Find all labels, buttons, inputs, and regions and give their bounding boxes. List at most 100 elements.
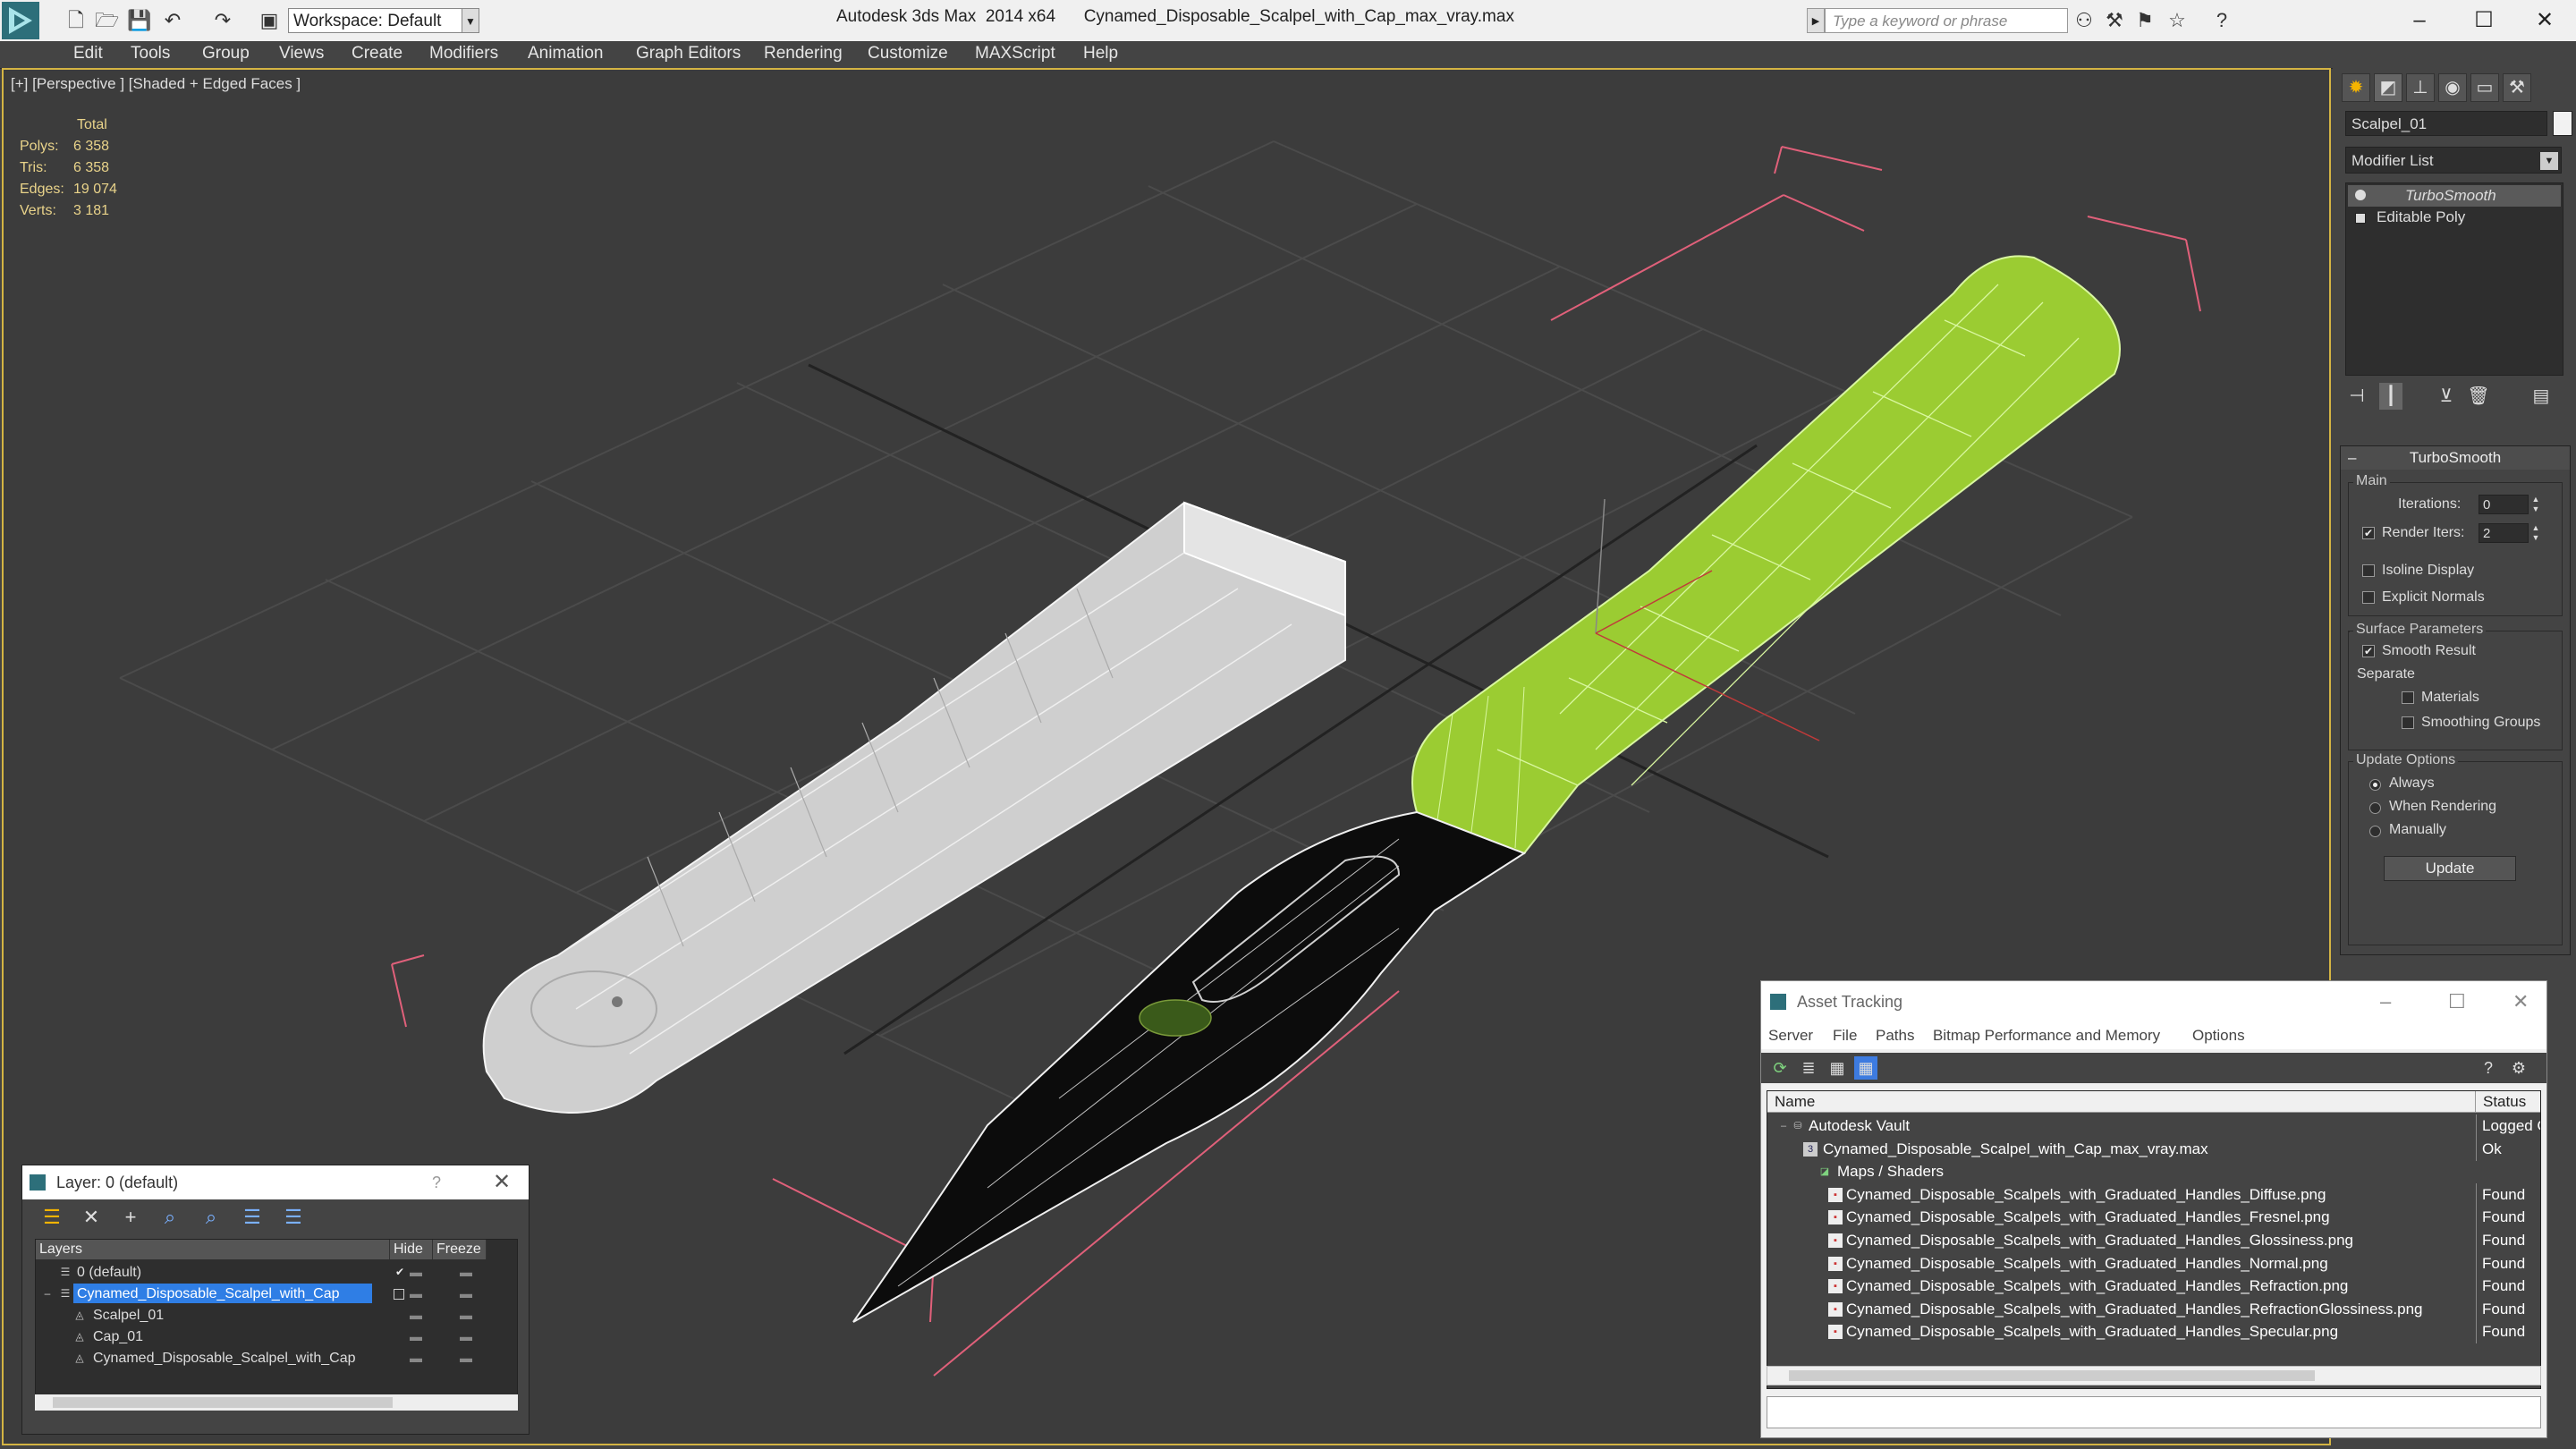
asset-row[interactable]: – ⛁ Autodesk Vault Logged Out bbox=[1767, 1114, 2540, 1138]
asset-row[interactable]: ◪ Maps / Shaders bbox=[1767, 1160, 2540, 1183]
render-iters-field[interactable]: 2 bbox=[2479, 523, 2529, 543]
when-rendering-radio[interactable] bbox=[2369, 802, 2381, 814]
rollout-header[interactable]: – TurboSmooth bbox=[2341, 446, 2570, 470]
create-tab-icon[interactable]: ✹ bbox=[2342, 73, 2370, 102]
search-input[interactable]: Type a keyword or phrase bbox=[1825, 8, 2068, 33]
menu-group[interactable]: Group bbox=[202, 44, 250, 64]
freeze-toggle[interactable]: ▬ bbox=[460, 1304, 472, 1326]
render-iters-checkbox[interactable]: ✔ bbox=[2362, 527, 2375, 539]
menu-graph-editors[interactable]: Graph Editors bbox=[636, 44, 741, 64]
menu-bitmap-performance[interactable]: Bitmap Performance and Memory bbox=[1933, 1027, 2160, 1045]
collapse-icon[interactable]: – bbox=[41, 1287, 54, 1300]
manually-radio[interactable] bbox=[2369, 826, 2381, 837]
display-tab-icon[interactable]: ▭ bbox=[2470, 73, 2499, 102]
smooth-result-checkbox[interactable]: ✔ bbox=[2362, 645, 2375, 657]
menu-animation[interactable]: Animation bbox=[528, 44, 604, 64]
column-name[interactable]: Name bbox=[1767, 1091, 2476, 1113]
smoothing-groups-checkbox[interactable] bbox=[2402, 716, 2414, 729]
help-icon[interactable]: ? bbox=[2209, 9, 2234, 32]
grid-view-icon[interactable]: ▦ bbox=[1854, 1056, 1877, 1080]
help-icon[interactable]: ? bbox=[2477, 1056, 2500, 1080]
freeze-toggle[interactable]: ▬ bbox=[460, 1347, 472, 1368]
column-freeze[interactable]: Freeze bbox=[433, 1240, 487, 1259]
stack-item-editable-poly[interactable]: Editable Poly bbox=[2348, 207, 2561, 228]
help-icon[interactable]: ? bbox=[432, 1165, 441, 1199]
motion-tab-icon[interactable]: ◉ bbox=[2438, 73, 2467, 102]
remove-modifier-icon[interactable]: 🗑 bbox=[2467, 383, 2490, 410]
maximize-button[interactable]: ☐ bbox=[2454, 0, 2513, 41]
update-button[interactable]: Update bbox=[2384, 856, 2516, 881]
menu-server[interactable]: Server bbox=[1768, 1027, 1813, 1045]
freeze-toggle[interactable]: ▬ bbox=[460, 1326, 472, 1347]
settings-icon[interactable]: ⚙ bbox=[2507, 1056, 2530, 1080]
add-to-layer-icon[interactable]: + bbox=[117, 1205, 144, 1230]
asset-row[interactable]: ▪ Cynamed_Disposable_Scalpels_with_Gradu… bbox=[1767, 1206, 2540, 1230]
set-active-box-icon[interactable] bbox=[394, 1289, 404, 1300]
layer-row[interactable]: ☰ 0 (default) ✔ ▬ ▬ bbox=[36, 1261, 517, 1283]
menu-tools[interactable]: Tools bbox=[131, 44, 170, 64]
object-color-swatch[interactable] bbox=[2553, 111, 2572, 136]
menu-views[interactable]: Views bbox=[279, 44, 324, 64]
chevron-down-icon[interactable]: ▼ bbox=[462, 8, 479, 33]
menu-maxscript[interactable]: MAXScript bbox=[975, 44, 1055, 64]
binoculars-icon[interactable]: ⚇ bbox=[2072, 9, 2097, 32]
scrollbar-thumb[interactable] bbox=[53, 1397, 393, 1408]
subscription-icon[interactable]: ⚒ bbox=[2102, 9, 2127, 32]
render-iters-spinner-icon[interactable]: ▲ ▼ bbox=[2530, 523, 2541, 543]
asset-row[interactable]: ▪ Cynamed_Disposable_Scalpels_with_Gradu… bbox=[1767, 1320, 2540, 1344]
viewport-label[interactable]: [+] [Perspective ] [Shaded + Edged Faces… bbox=[11, 75, 301, 93]
asset-row[interactable]: ▪ Cynamed_Disposable_Scalpels_with_Gradu… bbox=[1767, 1275, 2540, 1299]
layer-row[interactable]: ◬ Scalpel_01 ▬ ▬ bbox=[36, 1304, 517, 1326]
open-file-icon[interactable]: 🗁 bbox=[95, 9, 119, 32]
maximize-button[interactable]: ☐ bbox=[2448, 981, 2466, 1022]
asset-row[interactable]: ▪ Cynamed_Disposable_Scalpels_with_Gradu… bbox=[1767, 1297, 2540, 1321]
hide-toggle[interactable]: ▬ bbox=[410, 1347, 422, 1368]
show-end-result-icon[interactable]: ┃ bbox=[2379, 383, 2402, 410]
refresh-icon[interactable]: ⟳ bbox=[1768, 1056, 1792, 1080]
close-icon[interactable]: ✕ bbox=[493, 1165, 511, 1199]
asset-row[interactable]: 3 Cynamed_Disposable_Scalpel_with_Cap_ma… bbox=[1767, 1137, 2540, 1161]
menu-options[interactable]: Options bbox=[2192, 1027, 2245, 1045]
expand-box-icon[interactable] bbox=[2355, 213, 2366, 224]
menu-modifiers[interactable]: Modifiers bbox=[429, 44, 498, 64]
menu-paths[interactable]: Paths bbox=[1876, 1027, 1914, 1045]
utilities-tab-icon[interactable]: ⚒ bbox=[2503, 73, 2531, 102]
active-layer-check-icon[interactable]: ✔ bbox=[394, 1266, 406, 1278]
explicit-normals-checkbox[interactable] bbox=[2362, 591, 2375, 604]
highlight-selected-icon[interactable]: ⌕ bbox=[198, 1205, 225, 1230]
column-hide[interactable]: Hide bbox=[390, 1240, 433, 1259]
iterations-spinner-icon[interactable]: ▲ ▼ bbox=[2530, 495, 2541, 514]
asset-dialog-titlebar[interactable]: Asset Tracking – ☐ ✕ bbox=[1761, 981, 2546, 1022]
freeze-toggle[interactable]: ▬ bbox=[460, 1283, 472, 1304]
menu-file[interactable]: File bbox=[1833, 1027, 1857, 1045]
layer-dialog-titlebar[interactable]: Layer: 0 (default) ? ✕ bbox=[22, 1165, 529, 1199]
hide-all-layers-icon[interactable]: ☰ bbox=[239, 1205, 266, 1230]
always-radio[interactable] bbox=[2369, 779, 2381, 791]
menu-create[interactable]: Create bbox=[352, 44, 402, 64]
column-status[interactable]: Status bbox=[2476, 1091, 2540, 1113]
asset-path-field[interactable] bbox=[1767, 1396, 2541, 1428]
stack-item-turbosmooth[interactable]: TurboSmooth bbox=[2348, 185, 2561, 207]
materials-checkbox[interactable] bbox=[2402, 691, 2414, 704]
hide-toggle[interactable]: ▬ bbox=[410, 1261, 422, 1283]
favorites-star-icon[interactable]: ☆ bbox=[2165, 9, 2190, 32]
menu-edit[interactable]: Edit bbox=[73, 44, 103, 64]
menu-rendering[interactable]: Rendering bbox=[764, 44, 843, 64]
hide-toggle[interactable]: ▬ bbox=[410, 1304, 422, 1326]
project-folder-icon[interactable]: ▣ bbox=[258, 9, 281, 32]
minimize-button[interactable]: – bbox=[2380, 981, 2391, 1022]
asset-row[interactable]: ▪ Cynamed_Disposable_Scalpels_with_Gradu… bbox=[1767, 1229, 2540, 1252]
collapse-icon[interactable]: – bbox=[1776, 1119, 1791, 1133]
menu-customize[interactable]: Customize bbox=[868, 44, 948, 64]
hide-toggle[interactable]: ▬ bbox=[410, 1283, 422, 1304]
table-view-icon[interactable]: ▦ bbox=[1826, 1056, 1849, 1080]
new-file-icon[interactable]: 🗋 bbox=[64, 9, 88, 32]
chevron-down-icon[interactable]: ▼ bbox=[2540, 152, 2558, 170]
menu-help[interactable]: Help bbox=[1083, 44, 1118, 64]
freeze-toggle[interactable]: ▬ bbox=[460, 1261, 472, 1283]
delete-layer-icon[interactable]: ✕ bbox=[78, 1205, 105, 1230]
hide-toggle[interactable]: ▬ bbox=[410, 1326, 422, 1347]
layer-row[interactable]: ◬ Cynamed_Disposable_Scalpel_with_Cap ▬ … bbox=[36, 1347, 517, 1368]
workspace-dropdown[interactable]: Workspace: Default bbox=[288, 8, 479, 33]
freeze-all-layers-icon[interactable]: ☰ bbox=[280, 1205, 307, 1230]
